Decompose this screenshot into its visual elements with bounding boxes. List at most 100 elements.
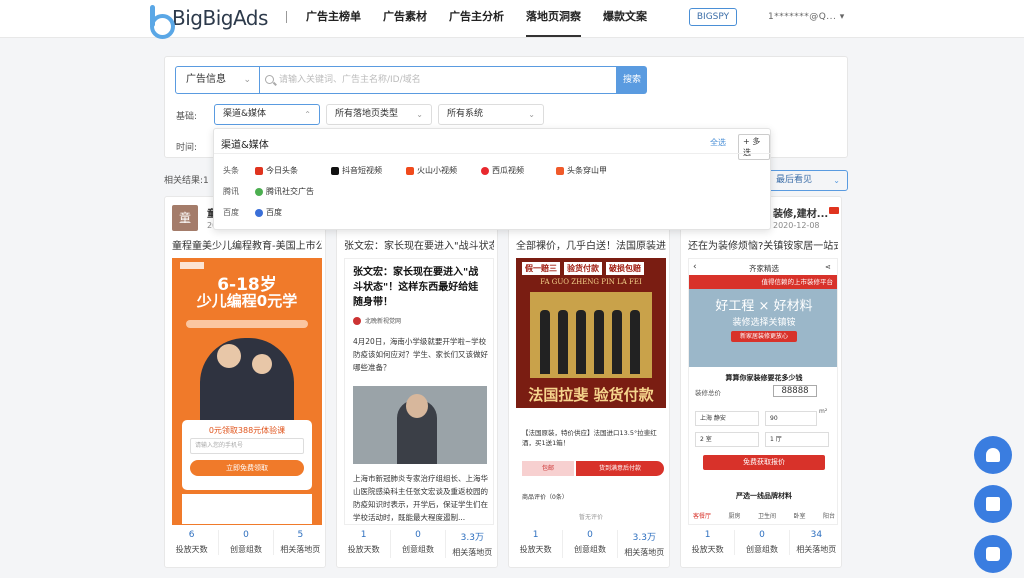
phone-input[interactable]: 请输入您的手机号 — [190, 438, 304, 454]
nav-advertiser-analysis[interactable]: 广告主分析 — [449, 0, 504, 37]
sort-value: 最后看见 — [776, 175, 813, 185]
time-filter-label: 时间: — [176, 143, 198, 153]
system-select[interactable]: 所有系统 ⌄ — [438, 104, 544, 125]
channel-option[interactable]: 腾讯社交广告 — [255, 186, 314, 197]
landing-thumbnail[interactable]: 6-18岁 少儿编程0元学 0元领取388元体验课 请输入您的手机号 立即免费领… — [172, 258, 322, 525]
channel-option[interactable]: 抖音短视频 — [331, 165, 406, 176]
search-icon — [265, 75, 274, 84]
channel-media-value: 渠道&媒体 — [223, 109, 267, 119]
channel-option[interactable]: 今日头条 — [255, 165, 331, 176]
nav-viral-copy[interactable]: 爆款文案 — [603, 0, 647, 37]
channel-option-label: 抖音短视频 — [342, 166, 382, 175]
landing-card[interactable]: 装修,建材... 2020-12-08 还在为装修烦恼?关镇铵家居一站式... … — [680, 196, 842, 568]
notification-button[interactable] — [974, 436, 1012, 474]
hero-button: 新家居装修更放心 — [731, 331, 797, 342]
bigspy-button[interactable]: BIGSPY — [689, 8, 737, 26]
search-input[interactable]: 请输入关键词、广告主名称/ID/域名 — [259, 66, 617, 94]
cod-button[interactable]: 货到满意后付款 — [576, 461, 664, 476]
tag: 破损包赔 — [606, 262, 644, 275]
area-unit: m² — [819, 408, 828, 415]
article-body: 4月20日，海南小学级就要开学啦~学校防疫该如何应对？学生、家长们又该做好哪些准… — [353, 337, 488, 372]
logo[interactable]: BigBigAds — [148, 3, 268, 39]
nav-ad-creatives[interactable]: 广告素材 — [383, 0, 427, 37]
nav-landing-insight[interactable]: 落地页洞察 — [526, 0, 581, 37]
landing-card[interactable]: 童 童 20 童程童美少儿编程教育-美国上市公... 6-18岁 少儿编程0元学… — [164, 196, 326, 568]
sort-select[interactable]: 最后看见 ⌄ — [768, 170, 848, 191]
nav-separator — [286, 11, 287, 23]
channel-option[interactable]: 百度 — [255, 207, 282, 218]
avatar: 童 — [172, 205, 198, 231]
card-title[interactable]: 张文宏：家长现在要进入"战斗状态... — [344, 237, 494, 252]
room-tab[interactable]: 阳台 — [823, 511, 835, 520]
gift-button[interactable] — [974, 485, 1012, 523]
landing-type-value: 所有落地页类型 — [335, 109, 399, 119]
select-all-link[interactable]: 全选 — [710, 137, 726, 148]
card-title[interactable]: 童程童美少儿编程教育-美国上市公... — [172, 237, 322, 252]
stat-label: 相关落地页 — [796, 545, 837, 554]
stat-landings[interactable]: 34 相关落地页 — [788, 530, 841, 555]
channel-option[interactable]: 西瓜视频 — [481, 165, 556, 176]
stat-landings[interactable]: 5 相关落地页 — [272, 530, 325, 555]
search-button[interactable]: 搜索 — [617, 66, 647, 94]
channel-option-label: 今日头条 — [266, 166, 298, 175]
room-stepper[interactable]: 2 室 — [695, 432, 759, 447]
landing-card[interactable]: 张文宏：家长现在要进入"战斗状态... 张文宏：家长现在要进入"战斗状态"！这样… — [336, 196, 498, 568]
landing-type-select[interactable]: 所有落地页类型 ⌄ — [326, 104, 432, 125]
stat-landings[interactable]: 3.3万 相关落地页 — [616, 530, 669, 558]
article-headline: 张文宏：家长现在要进入"战斗状态"！这样东西最好给娃随身带！ — [353, 267, 479, 308]
card-title[interactable]: 还在为装修烦恼?关镇铵家居一站式... — [688, 237, 838, 252]
ad-badge-icon — [829, 207, 839, 214]
city-select[interactable]: 上海 静安 — [695, 411, 759, 426]
stat-days: 1 投放天数 — [509, 530, 562, 558]
article-source: 北晚新视觉网 — [365, 318, 402, 325]
card-date: 2020-12-08 — [773, 221, 820, 230]
channel-option[interactable]: 火山小视频 — [406, 165, 481, 176]
chat-button[interactable] — [974, 535, 1012, 573]
landing-thumbnail[interactable]: 假一赔三 验货付款 破损包赔 FA GUO ZHENG PIN LA FEI 法… — [516, 258, 666, 525]
room-tab[interactable]: 卧室 — [793, 511, 805, 520]
free-shipping-button[interactable]: 包邮 — [522, 461, 574, 476]
stat-landings[interactable]: 3.3万 相关落地页 — [444, 530, 497, 558]
nav-advertiser-ranking[interactable]: 广告主榜单 — [306, 0, 361, 37]
no-reviews: 暂无评价 — [578, 514, 603, 521]
claim-button[interactable]: 立即免费领取 — [190, 460, 304, 476]
advertiser-name[interactable]: 装修,建材... — [773, 205, 828, 220]
basic-filter-label: 基础: — [176, 112, 198, 122]
area-input[interactable]: 90 — [765, 411, 817, 426]
room-tab[interactable]: 卫生间 — [758, 511, 776, 520]
landing-thumbnail[interactable]: 张文宏：家长现在要进入"战斗状态"！这样东西最好给娃随身带！ 北晚新视觉网 4月… — [344, 258, 494, 525]
hero-title: 好工程 × 好材料 — [715, 299, 813, 314]
room-tab[interactable]: 厨房 — [728, 511, 740, 520]
wine-banner: 假一赔三 验货付款 破损包赔 FA GUO ZHENG PIN LA FEI 法… — [516, 258, 666, 408]
chevron-down-icon: ▾ — [839, 12, 845, 22]
hero-subtitle: 装修选择关镇铵 — [732, 318, 796, 328]
hero-photo — [200, 338, 294, 426]
user-menu[interactable]: 1*******@Q... ▾ — [768, 12, 845, 22]
hall-stepper[interactable]: 1 厅 — [765, 432, 829, 447]
channel-media-select[interactable]: 渠道&媒体 ⌃ — [214, 104, 320, 125]
stat-value: 5 — [297, 530, 304, 540]
quote-button[interactable]: 免费获取报价 — [703, 455, 825, 470]
stat-value: 3.3万 — [632, 533, 656, 543]
group-label: 百度 — [223, 208, 239, 217]
stat-label: 相关落地页 — [280, 545, 321, 554]
card-title[interactable]: 全部裸价，几乎白送！法国原装进... — [516, 237, 666, 252]
landing-card[interactable]: 全部裸价，几乎白送！法国原装进... 假一赔三 验货付款 破损包赔 FA GUO… — [508, 196, 670, 568]
promo-strip: 值得信赖的上市装修平台 — [689, 275, 837, 289]
stat-creatives: 0 创意组数 — [562, 530, 616, 558]
group-label: 头条 — [223, 166, 239, 175]
wine-banner-text: 法国拉斐 验货付款 — [528, 386, 654, 404]
source-icon — [353, 317, 361, 325]
channel-option[interactable]: 头条穿山甲 — [556, 165, 636, 176]
search-type-select[interactable]: 广告信息 ⌄ — [175, 66, 260, 94]
landing-thumbnail[interactable]: ‹ 齐家精选 ⋖ 值得信赖的上市装修平台 好工程 × 好材料 装修选择关镇铵 新… — [688, 258, 838, 525]
bottle — [630, 310, 640, 374]
stat-value: 6 — [188, 530, 195, 540]
stat-creatives: 0 创意组数 — [218, 530, 272, 555]
multi-select-button[interactable]: + 多选 — [738, 134, 770, 160]
chevron-down-icon: ⌄ — [528, 110, 535, 119]
room-tabs: 客餐厅 厨房 卫生间 卧室 阳台 — [693, 511, 835, 520]
channel-option-label: 腾讯社交广告 — [266, 187, 314, 196]
room-tab[interactable]: 客餐厅 — [693, 511, 711, 520]
calc-label: 装修总价 — [695, 389, 721, 397]
